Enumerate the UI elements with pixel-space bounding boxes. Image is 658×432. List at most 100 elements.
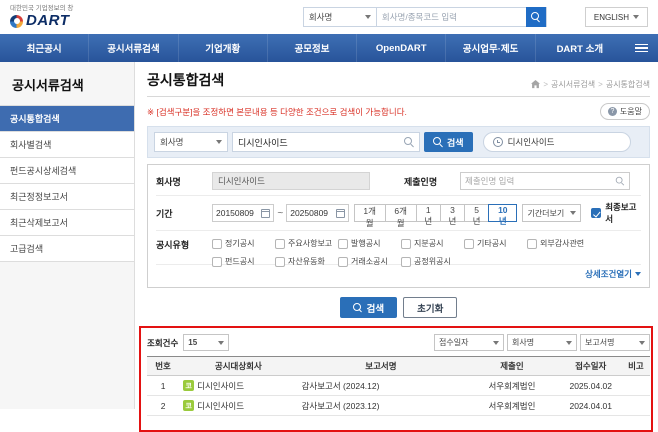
period-range-group: 1개월 6개월 1년 3년 5년 10년 (353, 204, 518, 228)
header-company-select[interactable]: 회사명 (302, 7, 377, 27)
range-10year-button[interactable]: 10년 (488, 204, 518, 226)
submitter-field[interactable] (465, 176, 615, 186)
sidebar-item-integrated-search[interactable]: 공시통합검색 (0, 106, 134, 132)
nav-item-disclosure-search[interactable]: 공시서류검색 (88, 34, 177, 62)
nav-item-opendart[interactable]: OpenDART (356, 34, 445, 62)
row-no: 2 (147, 395, 180, 416)
row-note (621, 375, 650, 396)
type-periodic-checkbox[interactable]: 정기공시 (212, 238, 275, 249)
type-issuance-checkbox[interactable]: 발행공시 (338, 238, 401, 249)
checkbox-icon (527, 238, 537, 249)
period-label: 기간 (156, 208, 173, 219)
search-icon[interactable] (615, 176, 625, 186)
help-button[interactable]: ? 도움말 (599, 103, 650, 120)
period-more-select[interactable]: 기간더보기 (522, 204, 582, 222)
period-start-input[interactable] (216, 208, 260, 218)
page-title: 공시통합검색 (147, 72, 225, 88)
nav-item-public-offering[interactable]: 공모정보 (266, 34, 356, 62)
checkbox-icon (338, 238, 348, 249)
row-date: 2024.04.01 (559, 395, 622, 416)
nav-item-dart-intro[interactable]: DART 소개 (534, 34, 624, 62)
detail-conditions-toggle[interactable]: 상세조건열기 (585, 268, 641, 280)
result-count-label: 조회건수 (147, 337, 179, 348)
company-name-field[interactable] (212, 172, 370, 190)
type-other-checkbox[interactable]: 기타공시 (464, 238, 527, 249)
report-name-link[interactable]: 감사보고서 (2023.12) (302, 401, 380, 411)
result-count-select[interactable]: 15 (183, 334, 230, 351)
nav-item-disclosure-system[interactable]: 공시업무·제도 (445, 34, 534, 62)
results-section: 조회건수 15 접수일자 회사명 보고서명 번호 공시대상회사 보고서명 제출인… (139, 326, 653, 432)
final-report-checkbox[interactable]: 최종보고서 (591, 201, 641, 225)
header-search-input[interactable] (376, 12, 526, 22)
range-6month-button[interactable]: 6개월 (384, 204, 417, 228)
search-icon (433, 137, 443, 147)
quick-search-button[interactable]: 검색 (424, 132, 473, 152)
results-table: 번호 공시대상회사 보고서명 제출인 접수일자 비고 1 코 디시인사이드 감사… (147, 356, 650, 416)
sort-by-company-select[interactable]: 회사명 (507, 334, 577, 351)
table-row: 2 코 디시인사이드 감사보고서 (2023.12) 서우회계법인 2024.0… (147, 395, 650, 416)
sidebar-item-fund-search[interactable]: 펀드공시상세검색 (0, 158, 134, 184)
sidebar-item-recent-deleted[interactable]: 최근삭제보고서 (0, 210, 134, 236)
sidebar-item-advanced-search[interactable]: 고급검색 (0, 236, 134, 262)
dart-logo-icon (10, 14, 23, 28)
menu-icon[interactable] (624, 34, 658, 62)
type-ownership-checkbox[interactable]: 지분공시 (401, 238, 464, 249)
kosdaq-badge: 코 (183, 400, 195, 411)
type-major-issues-checkbox[interactable]: 주요사항보고 (275, 238, 338, 249)
calendar-icon[interactable] (335, 208, 345, 218)
range-5year-button[interactable]: 5년 (464, 204, 490, 226)
quick-search-input[interactable] (238, 137, 404, 147)
checkbox-checked-icon (591, 208, 602, 218)
report-name-link[interactable]: 감사보고서 (2024.12) (302, 381, 380, 391)
chevron-down-icon (635, 272, 641, 276)
checkbox-icon (401, 256, 411, 267)
calendar-icon[interactable] (261, 208, 271, 218)
search-notice: ※ [검색구분]을 조정하면 본문내용 등 다양한 조건으로 검색이 가능합니다… (147, 106, 407, 117)
filter-box: 회사명 제출인명 기간 ~ (147, 164, 650, 288)
col-date: 접수일자 (559, 356, 622, 376)
sidebar-item-recent-corrections[interactable]: 최근정정보고서 (0, 184, 134, 210)
submitter-field-wrap (460, 172, 630, 190)
main-content: 공시통합검색 > 공시서류검색 > 공시통합검색 ※ [검색구분]을 조정하면 … (135, 62, 658, 432)
chevron-down-icon (218, 340, 225, 345)
quick-search-bar: 회사명 검색 디시인사이드 (147, 126, 650, 158)
row-submitter: 서우회계법인 (464, 375, 560, 396)
search-icon[interactable] (404, 137, 414, 147)
range-1year-button[interactable]: 1년 (415, 204, 441, 226)
checkbox-icon (275, 238, 285, 249)
header-search-area: 회사명 ENGLISH (302, 7, 648, 27)
reset-button[interactable]: 초기화 (403, 297, 458, 318)
header-search-field (376, 7, 547, 27)
english-button[interactable]: ENGLISH (584, 7, 648, 27)
range-3year-button[interactable]: 3년 (439, 204, 465, 226)
type-external-audit-checkbox[interactable]: 외부감사관련 (527, 238, 590, 249)
sort-by-date-select[interactable]: 접수일자 (434, 334, 504, 351)
sort-by-report-select[interactable]: 보고서명 (580, 334, 650, 351)
period-end-input[interactable] (290, 208, 334, 218)
top-header: 대한민국 기업정보의 창 DART 회사명 ENGLISH (0, 0, 658, 34)
search-category-select[interactable]: 회사명 (154, 132, 228, 152)
type-fund-checkbox[interactable]: 펀드공시 (212, 256, 275, 267)
type-exchange-checkbox[interactable]: 거래소공시 (338, 256, 401, 267)
breadcrumb-item[interactable]: 공시서류검색 (551, 79, 595, 90)
company-name-link[interactable]: 디시인사이드 (197, 400, 244, 412)
range-1month-button[interactable]: 1개월 (353, 204, 386, 228)
search-icon (530, 12, 541, 22)
type-ftc-checkbox[interactable]: 공정위공시 (401, 256, 464, 267)
type-asset-backed-checkbox[interactable]: 자산유동화 (275, 256, 338, 267)
company-name-link[interactable]: 디시인사이드 (197, 380, 244, 392)
search-button[interactable]: 검색 (339, 297, 398, 318)
checkbox-icon (275, 256, 285, 267)
company-label: 회사명 (156, 176, 181, 187)
nav-item-company-overview[interactable]: 기업개황 (177, 34, 267, 62)
breadcrumb-item-current: 공시통합검색 (605, 80, 650, 89)
dart-logo[interactable]: 대한민국 기업정보의 창 DART (10, 5, 73, 30)
nav-item-recent-disclosure[interactable]: 최근공시 (0, 34, 88, 62)
chevron-down-icon (493, 340, 499, 345)
search-icon (352, 302, 363, 313)
home-icon[interactable] (531, 80, 541, 89)
row-note (621, 395, 650, 416)
header-search-button[interactable] (525, 7, 546, 27)
recent-search-box[interactable]: 디시인사이드 (482, 132, 631, 152)
sidebar-item-company-search[interactable]: 회사별검색 (0, 132, 134, 158)
